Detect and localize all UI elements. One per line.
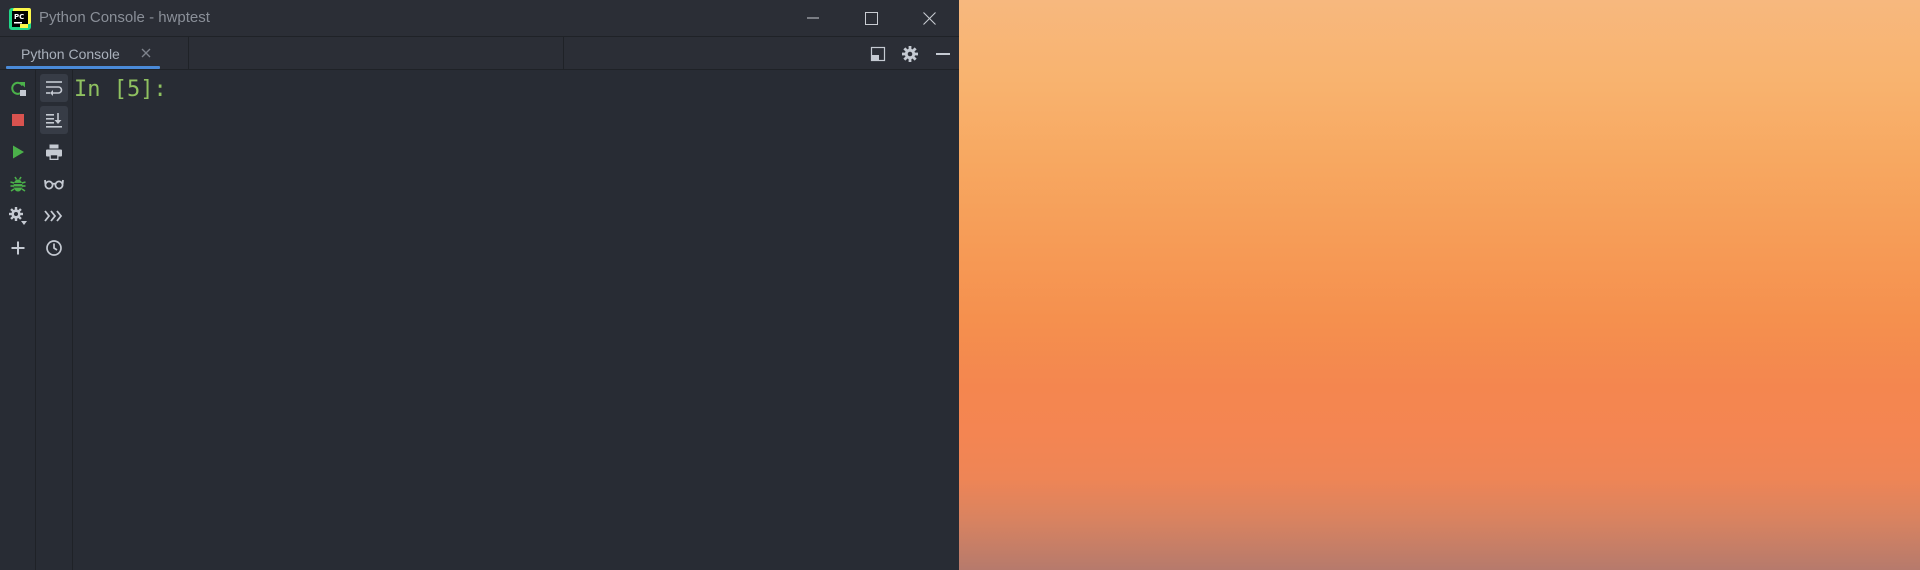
rerun-button[interactable]	[4, 74, 32, 102]
pycharm-logo-icon: PC	[9, 8, 31, 30]
tab-divider	[563, 37, 564, 69]
debug-icon	[9, 175, 27, 193]
console-run-toolbar	[0, 70, 36, 570]
svg-text:PC: PC	[14, 13, 24, 21]
execute-in-console-icon	[44, 208, 64, 224]
tab-divider	[188, 37, 189, 69]
history-button[interactable]	[40, 234, 68, 262]
gear-icon[interactable]	[899, 43, 921, 65]
print-icon	[45, 143, 63, 161]
scroll-to-end-icon	[45, 111, 63, 129]
debug-button[interactable]	[4, 170, 32, 198]
soft-wrap-icon	[45, 79, 63, 97]
scroll-to-end-toggle[interactable]	[40, 106, 68, 134]
execute-in-console-button[interactable]	[40, 202, 68, 230]
add-icon	[10, 240, 26, 256]
console-output-area[interactable]: In [5]:	[73, 70, 959, 570]
stop-button[interactable]	[4, 106, 32, 134]
settings-icon	[8, 206, 28, 226]
close-tab-icon[interactable]	[139, 46, 153, 60]
python-console-window: PC Python Console - hwptest Python Conso…	[0, 0, 959, 570]
soft-wrap-toggle[interactable]	[40, 74, 68, 102]
tab-python-console[interactable]: Python Console	[6, 37, 160, 69]
rerun-icon	[9, 79, 27, 97]
hide-panel-icon[interactable]	[932, 43, 954, 65]
minimize-button[interactable]	[784, 0, 842, 36]
show-variables-icon	[44, 177, 64, 191]
new-console-button[interactable]	[4, 234, 32, 262]
history-icon	[45, 239, 63, 257]
tab-label: Python Console	[21, 46, 120, 62]
maximize-button[interactable]	[842, 0, 900, 36]
run-button[interactable]	[4, 138, 32, 166]
print-button[interactable]	[40, 138, 68, 166]
title-bar: PC Python Console - hwptest	[0, 0, 959, 37]
console-input-prompt: In [5]:	[74, 77, 167, 102]
console-options-toolbar	[36, 70, 73, 570]
window-title: Python Console - hwptest	[39, 9, 210, 26]
restore-layout-icon[interactable]	[867, 43, 889, 65]
active-tab-indicator	[6, 66, 160, 69]
stop-icon	[10, 112, 26, 128]
show-variables-button[interactable]	[40, 170, 68, 198]
run-icon	[10, 144, 26, 160]
tool-window-tab-bar: Python Console	[0, 37, 959, 70]
settings-button[interactable]	[4, 202, 32, 230]
close-window-button[interactable]	[900, 0, 958, 36]
